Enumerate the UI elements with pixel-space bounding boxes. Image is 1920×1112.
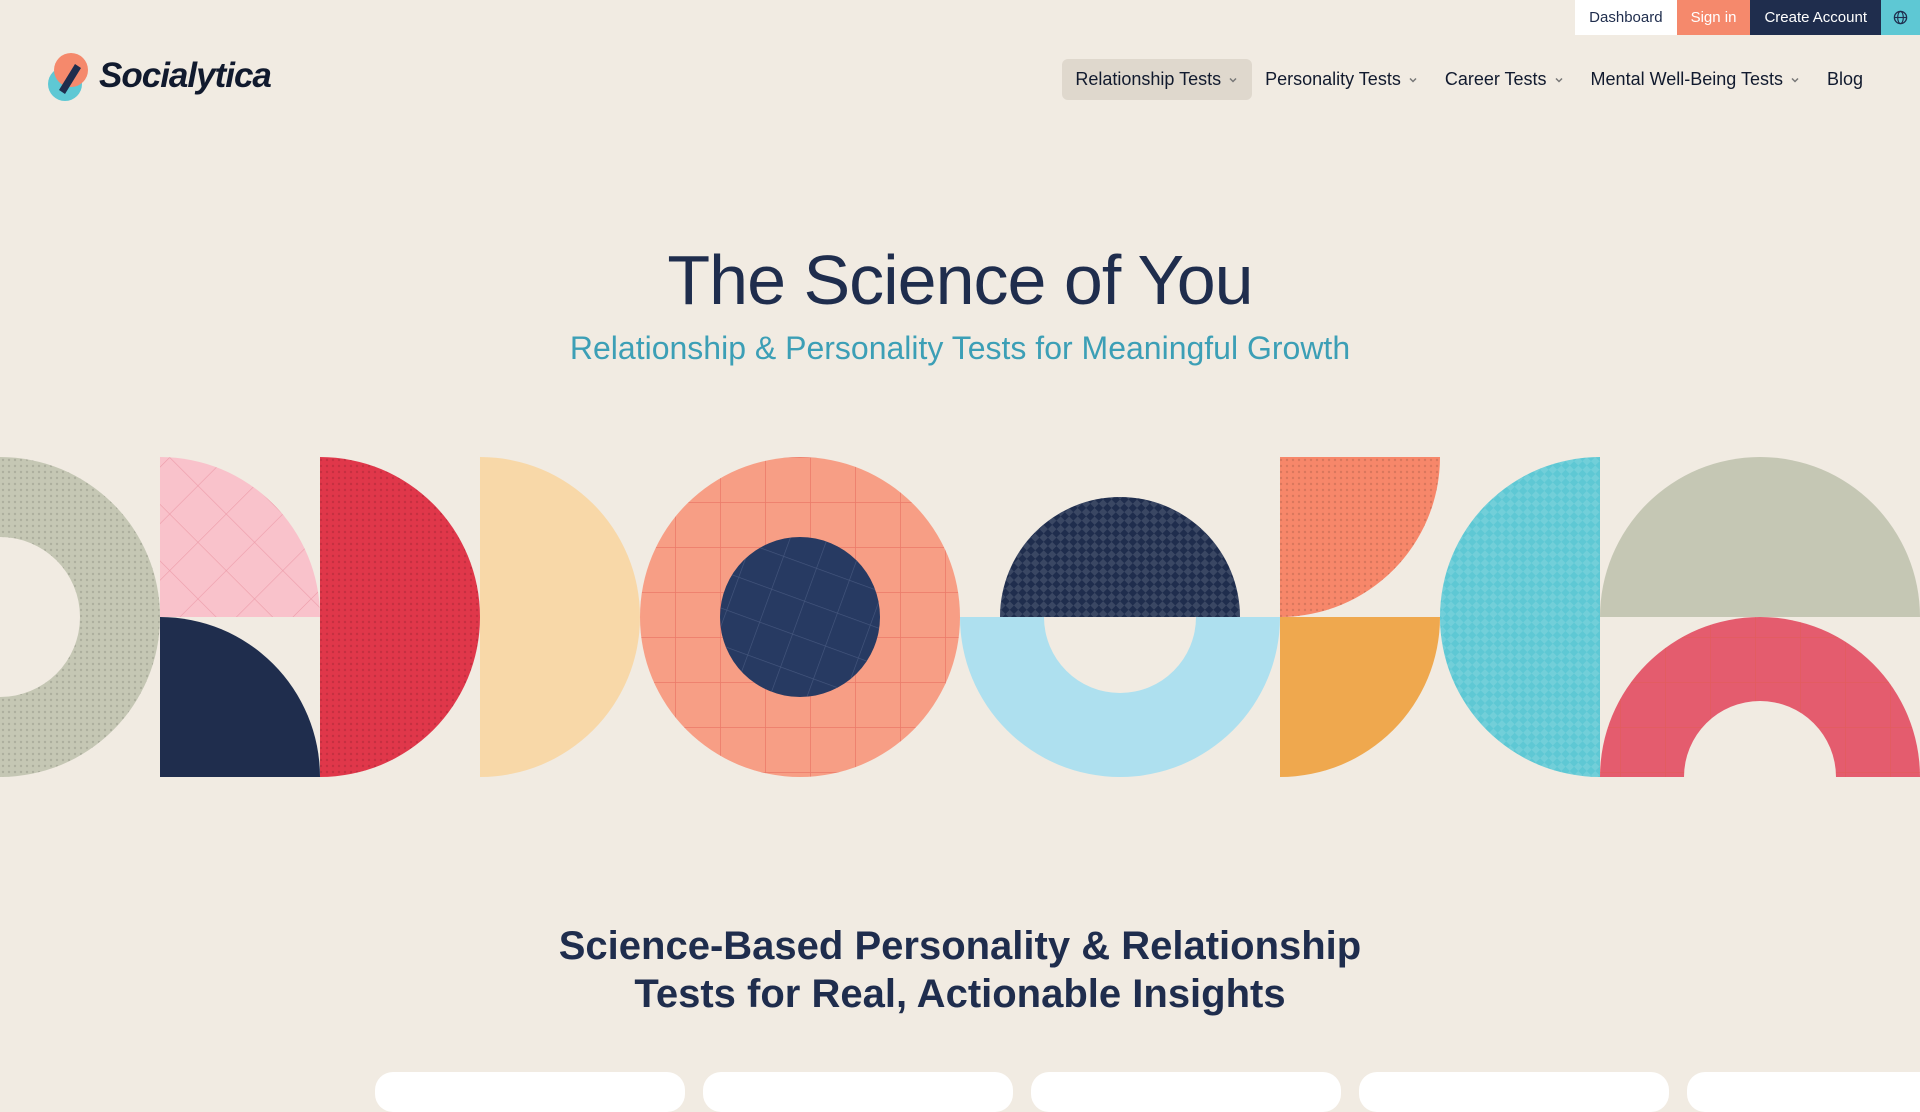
dashboard-link[interactable]: Dashboard xyxy=(1575,0,1677,35)
chevron-down-icon xyxy=(1409,77,1417,83)
section-title-line-2: Tests for Real, Actionable Insights xyxy=(634,972,1286,1016)
logo-mark-icon xyxy=(48,53,88,101)
shape-red-half-circle xyxy=(320,457,480,777)
test-cards-row xyxy=(0,1072,1920,1112)
shape-pink-quarter xyxy=(160,457,320,617)
nav-label: Career Tests xyxy=(1444,69,1547,89)
chevron-down-icon xyxy=(1229,77,1237,83)
shape-navy-half-circle xyxy=(1000,497,1240,617)
utility-bar: Dashboard Sign in Create Account xyxy=(1575,0,1920,35)
nav-label: Blog xyxy=(1826,69,1863,89)
language-button[interactable] xyxy=(1881,0,1920,35)
shape-rose-arch xyxy=(1600,617,1920,777)
nav-label: Mental Well-Being Tests xyxy=(1590,69,1783,89)
shape-orange-quarter xyxy=(1280,617,1440,777)
test-card[interactable] xyxy=(1031,1072,1341,1112)
nav-label: Personality Tests xyxy=(1265,69,1401,89)
nav-mental-well-being-tests[interactable]: Mental Well-Being Tests xyxy=(1578,59,1814,100)
nav-career-tests[interactable]: Career Tests xyxy=(1432,59,1578,100)
section-title: Science-Based Personality & Relationship… xyxy=(0,922,1920,1018)
shape-salmon-circle xyxy=(640,457,960,777)
test-card[interactable] xyxy=(703,1072,1013,1112)
hero-subtitle: Relationship & Personality Tests for Mea… xyxy=(569,330,1351,366)
hero-title: The Science of You xyxy=(667,241,1253,319)
shape-navy-quarter xyxy=(160,617,320,777)
main-nav: Relationship Tests Personality Tests Car… xyxy=(1062,59,1876,100)
nav-label: Relationship Tests xyxy=(1075,69,1222,89)
test-card[interactable] xyxy=(1687,1072,1920,1112)
nav-relationship-tests[interactable]: Relationship Tests xyxy=(1062,59,1253,100)
shape-cream-half-circle xyxy=(480,457,640,777)
test-card[interactable] xyxy=(375,1072,685,1112)
nav-blog[interactable]: Blog xyxy=(1814,59,1876,100)
create-account-button[interactable]: Create Account xyxy=(1750,0,1881,35)
shape-lightblue-arc xyxy=(960,617,1280,777)
section-title-line-1: Science-Based Personality & Relationship xyxy=(558,924,1362,968)
sign-in-button[interactable]: Sign in xyxy=(1676,0,1751,35)
chevron-down-icon xyxy=(1791,77,1799,83)
shape-teal-half-circle xyxy=(1440,457,1600,777)
globe-icon xyxy=(1893,10,1908,25)
shape-coral-quarter xyxy=(1280,457,1440,617)
shape-sage-ring xyxy=(0,457,160,777)
site-logo[interactable]: Socialytica xyxy=(47,50,272,102)
hero-geometric-illustration xyxy=(0,457,1920,777)
test-card[interactable] xyxy=(1359,1072,1669,1112)
shape-sage-dome xyxy=(1600,457,1920,617)
chevron-down-icon xyxy=(1555,77,1563,83)
logo-text: Socialytica xyxy=(99,56,272,95)
nav-personality-tests[interactable]: Personality Tests xyxy=(1252,59,1432,100)
